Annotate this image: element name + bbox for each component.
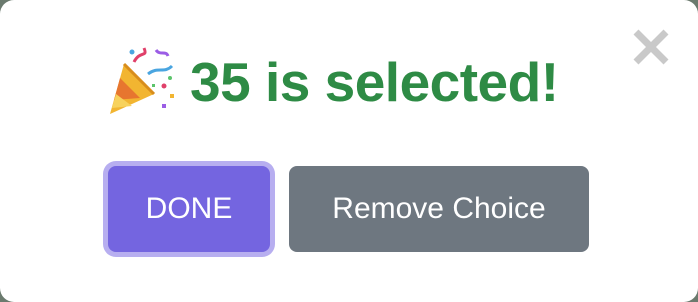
party-popper-icon [104, 44, 178, 120]
selection-dialog: 35 is selected! DONE Remove Choice [0, 0, 698, 302]
close-icon [633, 29, 669, 65]
headline: 35 is selected! [104, 44, 559, 120]
remove-choice-button[interactable]: Remove Choice [289, 166, 589, 252]
selection-title: 35 is selected! [190, 51, 559, 113]
done-button[interactable]: DONE [108, 166, 270, 252]
close-button[interactable] [628, 24, 674, 70]
